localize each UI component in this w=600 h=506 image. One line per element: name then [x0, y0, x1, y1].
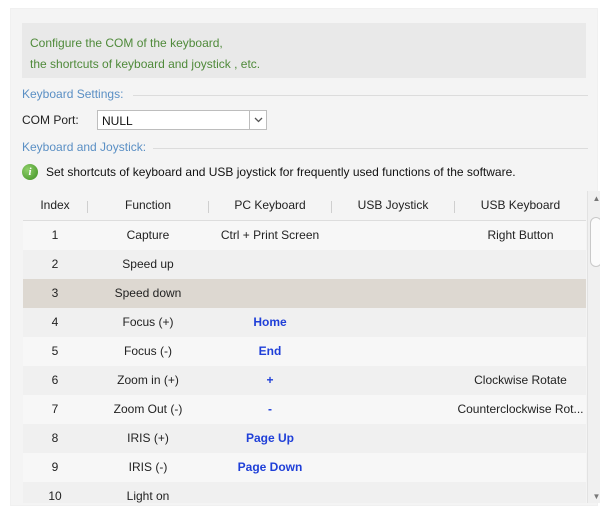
- cell-usb-joystick: [332, 279, 454, 308]
- table-row[interactable]: 3 Speed down: [23, 279, 586, 309]
- cell-usb-keyboard: [455, 308, 586, 337]
- column-header-pc-keyboard[interactable]: PC Keyboard: [209, 191, 331, 220]
- cell-usb-keyboard: [455, 337, 586, 366]
- cell-function: Zoom Out (-): [113, 402, 183, 416]
- cell-function: IRIS (+): [127, 431, 169, 445]
- cell-index: 4: [51, 315, 59, 329]
- banner-line-2: the shortcuts of keyboard and joystick ,…: [30, 57, 261, 71]
- cell-usb-keyboard: [455, 424, 586, 453]
- info-message: i Set shortcuts of keyboard and USB joys…: [22, 164, 516, 180]
- cell-index: 2: [51, 257, 59, 271]
- table-row[interactable]: 1 Capture Ctrl + Print Screen Right Button: [23, 221, 586, 251]
- cell-pc-keyboard: [209, 279, 331, 308]
- cell-index: 10: [48, 489, 62, 503]
- cell-usb-joystick: [332, 482, 454, 503]
- cell-index: 6: [51, 373, 59, 387]
- cell-pc-keyboard: End: [258, 344, 282, 358]
- cell-usb-joystick: [332, 366, 454, 395]
- keyboard-joystick-heading: Keyboard and Joystick:: [22, 140, 147, 154]
- cell-usb-joystick: [332, 337, 454, 366]
- cell-usb-joystick: [332, 395, 454, 424]
- info-icon: i: [22, 164, 38, 180]
- scroll-up-icon[interactable]: ▲: [588, 191, 600, 205]
- table-row[interactable]: 8 IRIS (+) Page Up: [23, 424, 586, 454]
- cell-function: Zoom in (+): [117, 373, 179, 387]
- cell-usb-keyboard: Counterclockwise Rot...: [457, 402, 584, 416]
- cell-usb-joystick: [332, 453, 454, 482]
- cell-pc-keyboard: [209, 482, 331, 503]
- table-row[interactable]: 2 Speed up: [23, 250, 586, 280]
- table-row[interactable]: 9 IRIS (-) Page Down: [23, 453, 586, 483]
- scroll-down-icon[interactable]: ▼: [588, 489, 600, 503]
- cell-pc-keyboard: -: [268, 402, 272, 416]
- column-header-usb-keyboard[interactable]: USB Keyboard: [455, 191, 586, 220]
- column-header-index[interactable]: Index: [23, 191, 87, 220]
- table-row[interactable]: 10 Light on: [23, 482, 586, 503]
- keyboard-settings-heading: Keyboard Settings:: [22, 87, 124, 101]
- cell-index: 8: [51, 431, 59, 445]
- table-row[interactable]: 5 Focus (-) End: [23, 337, 586, 367]
- cell-function: Speed down: [114, 286, 182, 300]
- cell-index: 1: [51, 228, 59, 242]
- cell-usb-keyboard: [455, 279, 586, 308]
- cell-usb-joystick: [332, 221, 454, 250]
- cell-usb-joystick: [332, 424, 454, 453]
- table-row[interactable]: 6 Zoom in (+) + Clockwise Rotate: [23, 366, 586, 396]
- description-banner: Configure the COM of the keyboard, the s…: [22, 23, 586, 78]
- com-port-label: COM Port:: [22, 113, 79, 127]
- cell-index: 5: [51, 344, 59, 358]
- scrollbar-thumb[interactable]: [590, 217, 600, 267]
- info-text: Set shortcuts of keyboard and USB joysti…: [46, 165, 516, 179]
- cell-function: Capture: [126, 228, 170, 242]
- section-divider: [153, 148, 588, 149]
- cell-usb-joystick: [332, 250, 454, 279]
- cell-usb-keyboard: [455, 453, 586, 482]
- table-row[interactable]: 4 Focus (+) Home: [23, 308, 586, 338]
- section-divider: [133, 95, 588, 96]
- shortcut-table: Index Function PC Keyboard USB Joystick …: [23, 191, 586, 503]
- cell-pc-keyboard: Page Down: [237, 460, 303, 474]
- vertical-scrollbar[interactable]: ▲ ▼: [587, 191, 600, 503]
- cell-usb-keyboard: [455, 250, 586, 279]
- cell-usb-keyboard: [455, 482, 586, 503]
- table-row[interactable]: 7 Zoom Out (-) - Counterclockwise Rot...: [23, 395, 586, 425]
- table-header: Index Function PC Keyboard USB Joystick …: [23, 191, 586, 221]
- cell-index: 9: [51, 460, 59, 474]
- cell-pc-keyboard: Ctrl + Print Screen: [220, 228, 320, 242]
- cell-index: 3: [51, 286, 59, 300]
- cell-index: 7: [51, 402, 59, 416]
- column-header-function[interactable]: Function: [88, 191, 208, 220]
- cell-function: IRIS (-): [128, 460, 168, 474]
- cell-function: Focus (-): [124, 344, 172, 358]
- cell-function: Light on: [126, 489, 170, 503]
- cell-function: Speed up: [122, 257, 174, 271]
- cell-usb-keyboard: Clockwise Rotate: [474, 373, 567, 387]
- cell-pc-keyboard: [209, 250, 331, 279]
- com-port-value: NULL: [102, 114, 133, 128]
- column-header-usb-joystick[interactable]: USB Joystick: [332, 191, 454, 220]
- com-port-select[interactable]: NULL: [97, 110, 267, 130]
- chevron-down-icon[interactable]: [249, 111, 266, 129]
- cell-pc-keyboard: Page Up: [245, 431, 294, 445]
- cell-function: Focus (+): [122, 315, 174, 329]
- cell-usb-keyboard: Right Button: [487, 228, 554, 242]
- cell-pc-keyboard: +: [266, 373, 274, 387]
- settings-panel: Configure the COM of the keyboard, the s…: [10, 8, 600, 506]
- cell-pc-keyboard: Home: [253, 315, 287, 329]
- cell-usb-joystick: [332, 308, 454, 337]
- banner-line-1: Configure the COM of the keyboard,: [30, 36, 223, 50]
